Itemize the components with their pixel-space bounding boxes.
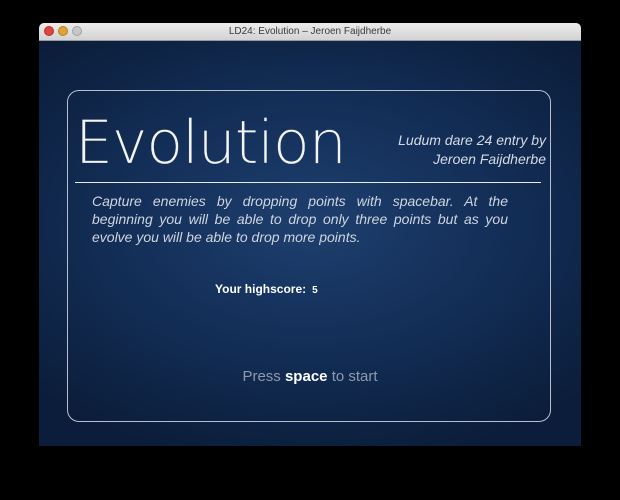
window-title: LD24: Evolution – Jeroen Faijdherbe (228, 26, 392, 37)
game-description: Capture enemies by dropping points with … (92, 193, 508, 245)
game-title: Evolution (75, 108, 347, 178)
start-prompt-suffix: to start (331, 368, 378, 385)
entry-credit: Ludum dare 24 entry by Jeroen Faijdherbe (346, 131, 546, 169)
game-canvas[interactable]: Evolution Ludum dare 24 entry by Jeroen … (39, 41, 581, 446)
highscore-label: Your highscore: (215, 282, 307, 296)
app-window: LD24: Evolution – Jeroen Faijdherbe Evol… (39, 23, 581, 446)
highscore: Your highscore: 5 (215, 280, 318, 298)
highscore-value: 5 (312, 285, 318, 296)
entry-credit-line1: Ludum dare 24 entry by (398, 132, 546, 148)
title-bar[interactable]: LD24: Evolution – Jeroen Faijdherbe (39, 23, 581, 41)
start-prompt: Press space to start (39, 368, 581, 385)
start-key: space (284, 368, 328, 385)
start-prompt-prefix: Press (242, 368, 281, 385)
title-divider (75, 182, 541, 183)
entry-credit-line2: Jeroen Faijdherbe (433, 151, 546, 167)
